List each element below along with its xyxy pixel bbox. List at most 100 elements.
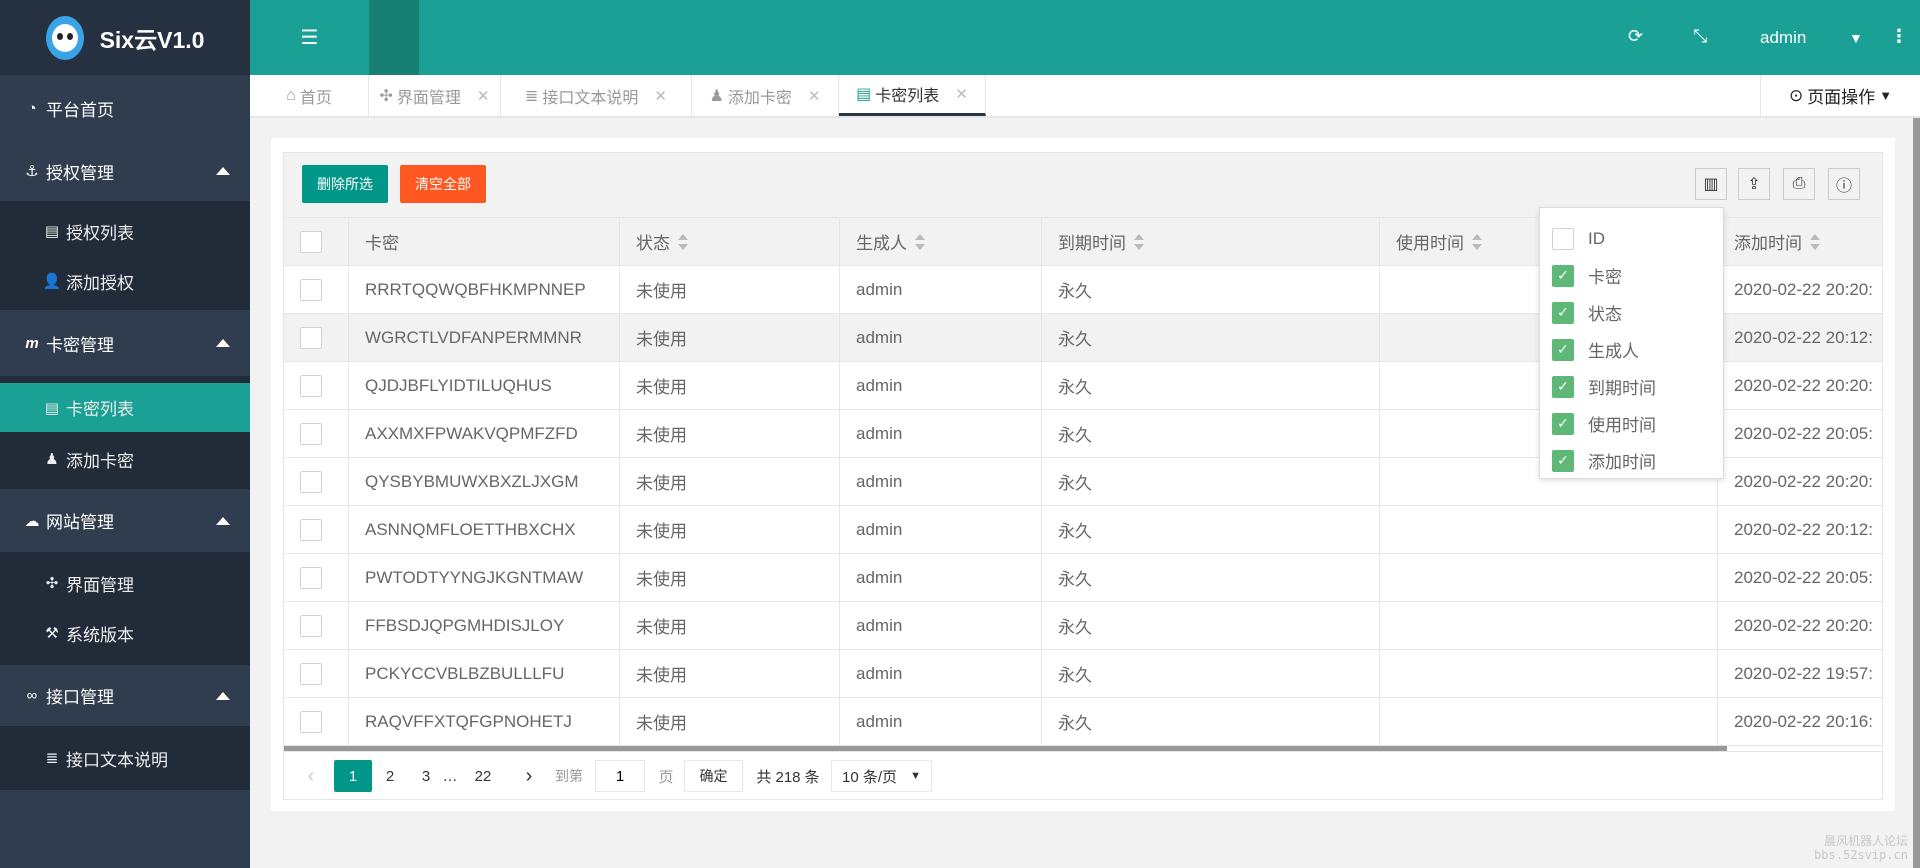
- checked-checkbox-icon[interactable]: ✓: [1552, 449, 1574, 472]
- close-icon[interactable]: ✕: [477, 87, 490, 105]
- row-checkbox[interactable]: [300, 374, 322, 397]
- delete-selected-button[interactable]: 删除所选: [302, 165, 388, 203]
- column-filter-item[interactable]: ✓ 使用时间: [1552, 405, 1656, 442]
- columns-filter-icon[interactable]: ▥: [1695, 168, 1727, 200]
- column-header[interactable]: 生成人: [840, 218, 1042, 265]
- sort-icon[interactable]: [678, 233, 688, 250]
- tab-add-card[interactable]: ♟ 添加卡密 ✕: [692, 75, 839, 116]
- row-checkbox[interactable]: [300, 662, 322, 685]
- table-cell: 2020-02-22 19:57:: [1718, 650, 1882, 697]
- row-checkbox[interactable]: [300, 614, 322, 637]
- refresh-icon[interactable]: ⟳: [1628, 26, 1643, 47]
- user-plus-icon: 👤: [42, 273, 62, 290]
- checked-checkbox-icon[interactable]: ✓: [1552, 301, 1574, 324]
- sidebar-toggle-icon[interactable]: ☰: [250, 0, 369, 75]
- page-2[interactable]: 2: [380, 760, 400, 792]
- table-row[interactable]: PCKYCCVBLBZBULLLFU 未使用 admin 永久 2020-02-22 1…: [284, 650, 1882, 698]
- page-3[interactable]: 3: [416, 760, 436, 792]
- checked-checkbox-icon[interactable]: ✓: [1552, 264, 1574, 287]
- table-row[interactable]: RAQVFFXTQFGPNOHETJ 未使用 admin 永久 2020-02-22 2…: [284, 698, 1882, 746]
- sort-icon[interactable]: [1134, 233, 1144, 250]
- close-icon[interactable]: ✕: [955, 85, 968, 103]
- tab-card-list[interactable]: ▤ 卡密列表 ✕: [839, 75, 986, 116]
- table-cell: RAQVFFXTQFGPNOHETJ: [349, 698, 620, 745]
- page-size-select[interactable]: 10 条/页 ▼: [831, 760, 932, 792]
- checked-checkbox-icon[interactable]: ✓: [1552, 375, 1574, 398]
- sidebar-item-auth-list[interactable]: ▤ 授权列表: [0, 206, 250, 256]
- goto-confirm-button[interactable]: 确定: [684, 760, 743, 792]
- compress-icon[interactable]: ⤡: [1693, 26, 1707, 47]
- page-operations-dropdown[interactable]: ⊙ 页面操作 ▼: [1760, 75, 1920, 116]
- row-checkbox[interactable]: [300, 326, 322, 349]
- clear-all-button[interactable]: 清空全部: [400, 165, 486, 203]
- table-row[interactable]: ASNNQMFLOETTHBXCHX 未使用 admin 永久 2020-02-22 2…: [284, 506, 1882, 554]
- sort-icon[interactable]: [1810, 233, 1820, 250]
- sidebar-item-api-doc[interactable]: ≣ 接口文本说明: [0, 733, 250, 783]
- sidebar-group-api[interactable]: ∞ 接口管理: [0, 665, 250, 726]
- column-filter-item[interactable]: ✓ 到期时间: [1552, 368, 1656, 405]
- sidebar-item-ui-manage[interactable]: ✣ 界面管理: [0, 558, 250, 608]
- column-filter-item[interactable]: ID: [1552, 220, 1605, 257]
- row-select-cell: [284, 650, 349, 697]
- row-checkbox[interactable]: [300, 278, 322, 301]
- page-scrollbar[interactable]: [1913, 118, 1920, 868]
- prev-page-icon[interactable]: ‹: [304, 760, 318, 792]
- sidebar-group-site[interactable]: ☁ 网站管理: [0, 489, 250, 552]
- next-page-icon[interactable]: ›: [522, 760, 536, 792]
- info-icon[interactable]: ⓘ: [1828, 168, 1860, 200]
- sidebar-group-auth[interactable]: ⚓ 授权管理: [0, 141, 250, 201]
- column-filter-item[interactable]: ✓ 添加时间: [1552, 442, 1656, 479]
- column-label: 生成人: [856, 234, 907, 253]
- close-icon[interactable]: ✕: [808, 87, 821, 105]
- table-row[interactable]: FFBSDJQPGMHDISJLOY 未使用 admin 永久 2020-02-22 2…: [284, 602, 1882, 650]
- page-ellipsis: …: [442, 767, 458, 785]
- page-1[interactable]: 1: [334, 760, 372, 792]
- row-checkbox[interactable]: [300, 518, 322, 541]
- table-cell: admin: [840, 362, 1042, 409]
- sidebar-item-add-card[interactable]: ♟ 添加卡密: [0, 434, 250, 484]
- print-icon[interactable]: ⎙: [1783, 168, 1815, 200]
- checked-checkbox-icon[interactable]: ✓: [1552, 412, 1574, 435]
- checked-checkbox-icon[interactable]: ✓: [1552, 338, 1574, 361]
- table-cell: 永久: [1042, 410, 1380, 457]
- row-checkbox[interactable]: [300, 470, 322, 493]
- column-filter-item[interactable]: ✓ 生成人: [1552, 331, 1639, 368]
- sidebar-item-card-list[interactable]: ▤ 卡密列表: [0, 383, 250, 432]
- column-header[interactable]: 到期时间: [1042, 218, 1380, 265]
- column-filter-item[interactable]: ✓ 状态: [1552, 294, 1622, 331]
- column-header[interactable]: 添加时间: [1718, 218, 1882, 265]
- column-filter-label: 生成人: [1588, 342, 1639, 361]
- more-vertical-icon[interactable]: ⋮: [1890, 26, 1908, 47]
- select-all-checkbox[interactable]: [300, 230, 322, 253]
- table-cell: [1380, 602, 1718, 649]
- row-checkbox[interactable]: [300, 710, 322, 733]
- caret-up-icon: [216, 516, 230, 525]
- label: 添加授权: [66, 273, 134, 293]
- goto-page-input[interactable]: [595, 760, 645, 792]
- sort-icon[interactable]: [915, 233, 925, 250]
- row-checkbox[interactable]: [300, 422, 322, 445]
- logo[interactable]: Six云V1.0: [0, 0, 250, 75]
- tab-api-doc[interactable]: ≣ 接口文本说明 ✕: [501, 75, 692, 116]
- page-22[interactable]: 22: [468, 760, 498, 792]
- sort-icon[interactable]: [1472, 233, 1482, 250]
- tab-ui-manage[interactable]: ✣ 界面管理 ✕: [369, 75, 501, 116]
- user-menu-caret-icon[interactable]: ▼: [1849, 30, 1863, 46]
- table-row[interactable]: PWTODTYYNGJKGNTMAW 未使用 admin 永久 2020-02-22 2…: [284, 554, 1882, 602]
- tab-home[interactable]: ⌂ 首页: [250, 75, 369, 116]
- header-active-slot[interactable]: [369, 0, 419, 75]
- sidebar-group-cards[interactable]: m 卡密管理: [0, 310, 250, 376]
- column-filter-item[interactable]: ✓ 卡密: [1552, 257, 1622, 294]
- row-checkbox[interactable]: [300, 566, 322, 589]
- user-name[interactable]: admin: [1760, 28, 1806, 48]
- table-cell: admin: [840, 314, 1042, 361]
- export-icon[interactable]: ⇪: [1738, 168, 1770, 200]
- column-header[interactable]: 状态: [620, 218, 840, 265]
- table-cell: QYSBYBMUWXBXZLJXGM: [349, 458, 620, 505]
- column-header[interactable]: 卡密: [349, 218, 620, 265]
- sidebar-item-add-auth[interactable]: 👤 添加授权: [0, 256, 250, 306]
- close-icon[interactable]: ✕: [654, 87, 667, 105]
- sidebar-item-home[interactable]: ◔ 平台首页: [0, 75, 250, 141]
- unchecked-checkbox-icon[interactable]: [1552, 227, 1574, 250]
- sidebar-item-version[interactable]: ⚒ 系统版本: [0, 608, 250, 658]
